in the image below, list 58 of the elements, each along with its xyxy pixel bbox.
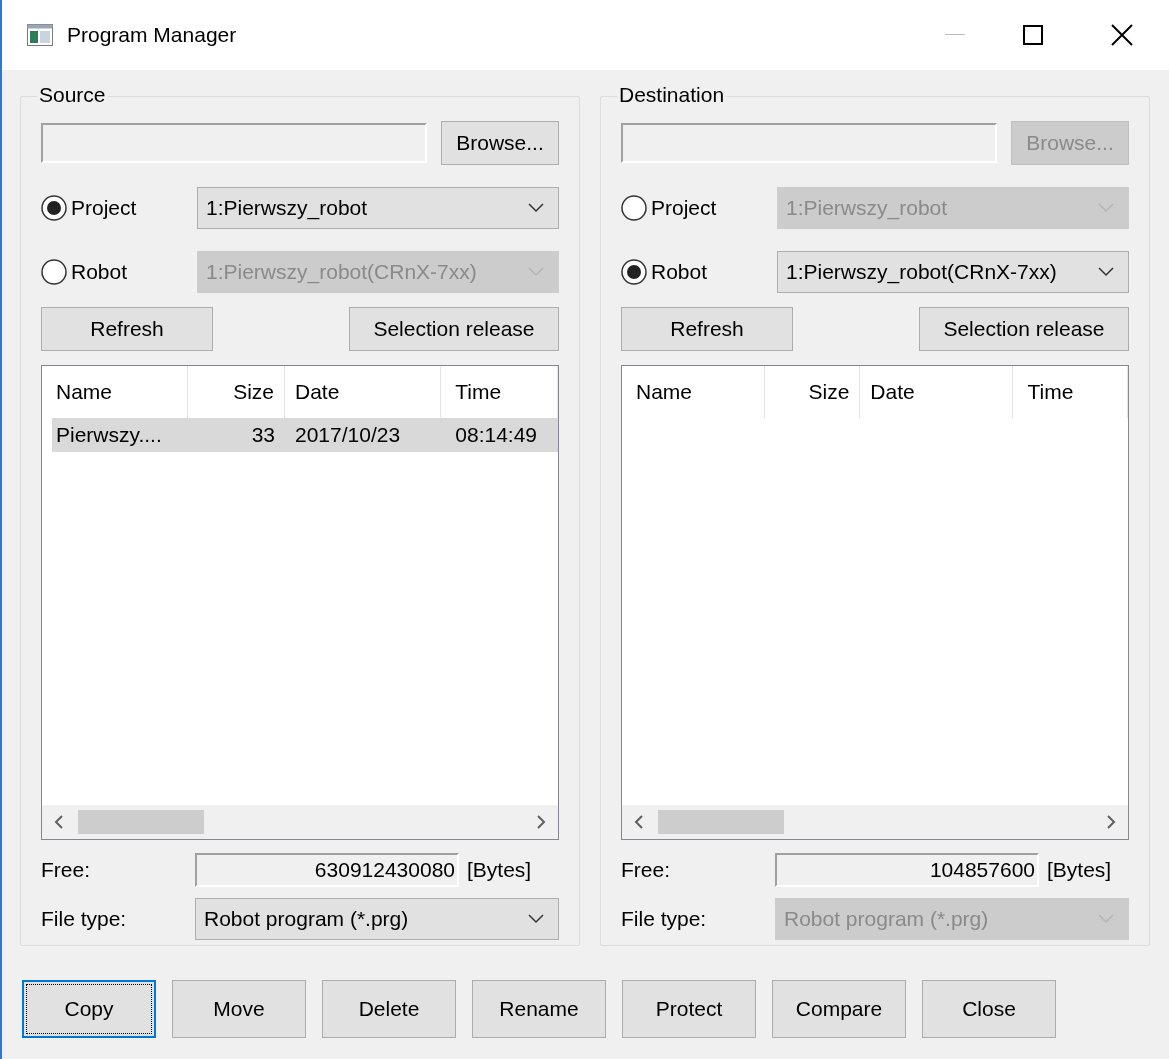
list-cell-text: Pierwszy.... <box>55 422 163 449</box>
file-type-label: File type: <box>621 906 708 933</box>
radio-button[interactable]: Robot <box>621 256 777 288</box>
refresh-button[interactable]: Refresh <box>41 307 213 351</box>
list-row[interactable]: Pierwszy.... 33 2017/10/23 08:14:49 <box>52 418 558 452</box>
scroll-left-icon[interactable] <box>634 815 644 829</box>
column-header[interactable]: Time <box>1013 366 1128 418</box>
dialog-button[interactable]: Copy <box>22 980 156 1038</box>
browse-button: Browse... <box>1011 121 1129 165</box>
chevron-icon <box>1098 267 1114 277</box>
horizontal-scrollbar[interactable] <box>42 805 558 839</box>
unit-label: [Bytes] <box>467 857 532 884</box>
horizontal-scrollbar[interactable] <box>622 805 1128 839</box>
dialog-button[interactable]: Protect <box>622 980 756 1038</box>
column-header[interactable]: Size <box>764 366 861 418</box>
scrollbar-thumb[interactable] <box>658 810 784 834</box>
radio-circle-icon[interactable] <box>41 259 67 285</box>
free-space-field: 104857600 <box>775 853 1039 887</box>
selection-release-button[interactable]: Selection release <box>349 307 559 351</box>
list-cell-text: 08:14:49 <box>454 422 539 449</box>
dialog-button[interactable]: Move <box>172 980 306 1038</box>
list-cell-text: 2017/10/23 <box>294 422 402 449</box>
browse-button[interactable]: Browse... <box>441 121 559 165</box>
free-label: Free: <box>621 857 671 884</box>
chevron-icon <box>528 914 544 924</box>
app-icon <box>27 24 53 46</box>
radio-circle-icon[interactable] <box>621 195 647 221</box>
path-field[interactable] <box>621 123 997 163</box>
path-field[interactable] <box>41 123 427 163</box>
column-header[interactable]: Name <box>632 366 765 418</box>
maximize-icon[interactable] <box>1023 25 1043 45</box>
dialog-button[interactable]: Close <box>922 980 1056 1038</box>
list-cell-text: 33 <box>250 422 276 449</box>
refresh-button[interactable]: Refresh <box>621 307 793 351</box>
scrollbar-thumb[interactable] <box>78 810 204 834</box>
file-type-dropdown[interactable]: Robot program (*.prg) <box>195 898 559 940</box>
radio-button[interactable]: Project <box>41 192 197 224</box>
window-title: Program Manager <box>67 22 237 49</box>
scroll-right-icon[interactable] <box>536 815 546 829</box>
selection-release-button[interactable]: Selection release <box>919 307 1129 351</box>
dialog-button[interactable]: Compare <box>772 980 906 1038</box>
radio-circle-icon[interactable] <box>41 195 67 221</box>
free-label: Free: <box>41 857 91 884</box>
dialog-button[interactable]: Delete <box>322 980 456 1038</box>
unit-label: [Bytes] <box>1047 857 1112 884</box>
dropdown[interactable]: 1:Pierwszy_robot <box>197 187 559 229</box>
dropdown[interactable]: 1:Pierwszy_robot(CRnX-7xx) <box>777 251 1129 293</box>
close-icon[interactable] <box>1111 24 1133 46</box>
radio-button[interactable]: Project <box>621 192 777 224</box>
dialog-button[interactable]: Rename <box>472 980 606 1038</box>
column-header[interactable]: Date <box>860 366 1014 418</box>
radio-circle-icon[interactable] <box>621 259 647 285</box>
scroll-left-icon[interactable] <box>54 815 64 829</box>
radio-button[interactable]: Robot <box>41 256 197 288</box>
chevron-icon <box>528 203 544 213</box>
free-space-field: 630912430080 <box>195 853 459 887</box>
file-type-label: File type: <box>41 906 128 933</box>
scroll-right-icon[interactable] <box>1106 815 1116 829</box>
